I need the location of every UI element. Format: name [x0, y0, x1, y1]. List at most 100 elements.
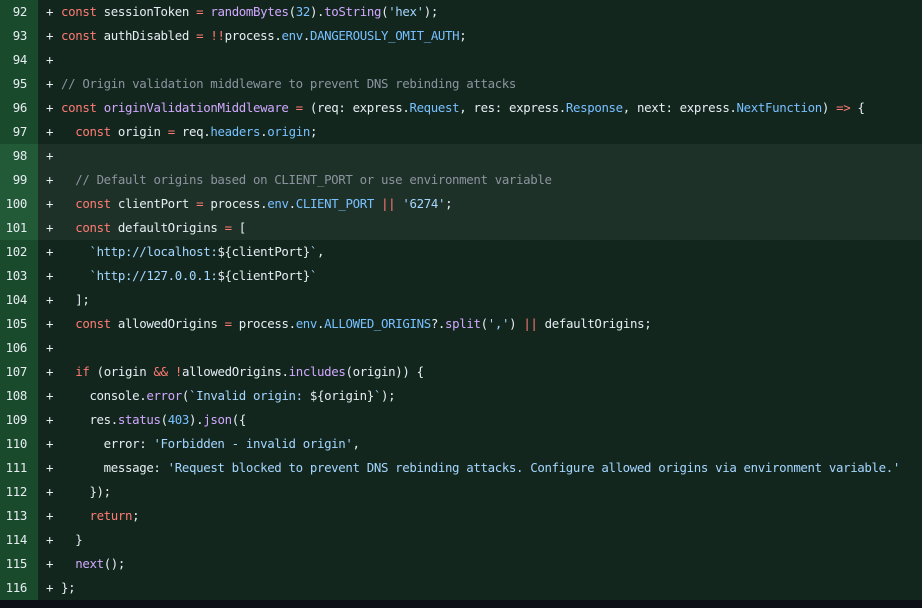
line-number[interactable]: 99 — [0, 168, 38, 192]
diff-line[interactable]: 104 + ]; — [0, 288, 922, 312]
code-content: + }); — [38, 480, 922, 504]
diff-line[interactable]: 114 + } — [0, 528, 922, 552]
line-number[interactable]: 111 — [0, 456, 38, 480]
code-token: ${clientPort} — [217, 244, 310, 259]
code-token: // Default origins based on CLIENT_PORT … — [75, 172, 552, 187]
diff-line[interactable]: 98 + — [0, 144, 922, 168]
addition-marker: + — [46, 412, 54, 427]
diff-line[interactable]: 97 + const origin = req.headers.origin; — [0, 120, 922, 144]
diff-line[interactable]: 105 + const allowedOrigins = process.env.… — [0, 312, 922, 336]
code-token: = — [167, 124, 175, 139]
code-token: ; — [459, 28, 467, 43]
addition-marker: + — [46, 52, 54, 67]
line-number[interactable]: 94 — [0, 48, 38, 72]
diff-line[interactable]: 99 + // Default origins based on CLIENT_P… — [0, 168, 922, 192]
diff-line[interactable]: 93 + const authDisabled = !!process.env.DA… — [0, 24, 922, 48]
addition-marker: + — [46, 556, 54, 571]
code-content: + `http://127.0.0.1:${clientPort}` — [38, 264, 922, 288]
code-token: headers — [210, 124, 261, 139]
addition-marker: + — [46, 4, 54, 19]
line-number[interactable]: 110 — [0, 432, 38, 456]
code-token: || — [381, 196, 396, 211]
line-number[interactable]: 116 — [0, 576, 38, 600]
addition-marker: + — [46, 436, 54, 451]
diff-line[interactable]: 110 + error: 'Forbidden - invalid origin'… — [0, 432, 922, 456]
code-token: . — [302, 28, 310, 43]
diff-line[interactable]: 109 + res.status(403).json({ — [0, 408, 922, 432]
diff-line[interactable]: 116 +}; — [0, 576, 922, 600]
code-token: (); — [103, 556, 126, 571]
code-token: }); — [61, 484, 111, 499]
diff-line[interactable]: 101 + const defaultOrigins = [ — [0, 216, 922, 240]
line-number[interactable]: 100 — [0, 192, 38, 216]
addition-marker: + — [46, 340, 54, 355]
code-token: const — [75, 220, 111, 235]
line-number[interactable]: 113 — [0, 504, 38, 528]
diff-line[interactable]: 107 + if (origin && !allowedOrigins.inclu… — [0, 360, 922, 384]
diff-line[interactable]: 112 + }); — [0, 480, 922, 504]
code-content: + const sessionToken = randomBytes(32).to… — [38, 0, 922, 24]
addition-marker: + — [46, 244, 54, 259]
code-token: , — [317, 244, 325, 259]
code-token: 'Forbidden - invalid origin' — [153, 436, 353, 451]
line-number[interactable]: 96 — [0, 96, 38, 120]
line-number[interactable]: 105 — [0, 312, 38, 336]
line-number[interactable]: 104 — [0, 288, 38, 312]
code-token: allowedOrigins. — [181, 364, 289, 379]
line-number[interactable]: 101 — [0, 216, 38, 240]
diff-line[interactable]: 113 + return; — [0, 504, 922, 528]
line-number[interactable]: 107 — [0, 360, 38, 384]
line-number[interactable]: 112 — [0, 480, 38, 504]
code-content: + const authDisabled = !!process.env.DANG… — [38, 24, 922, 48]
line-number[interactable]: 98 — [0, 144, 38, 168]
line-number[interactable]: 114 — [0, 528, 38, 552]
code-token: origin — [267, 124, 310, 139]
diff-line[interactable]: 92 + const sessionToken = randomBytes(32).… — [0, 0, 922, 24]
code-token: ; — [309, 124, 318, 139]
diff-line[interactable]: 115 + next(); — [0, 552, 922, 576]
diff-line[interactable]: 106 + — [0, 336, 922, 360]
diff-line[interactable]: 103 + `http://127.0.0.1:${clientPort}` — [0, 264, 922, 288]
diff-line[interactable]: 111 + message: 'Request blocked to preven… — [0, 456, 922, 480]
line-number[interactable]: 95 — [0, 72, 38, 96]
code-content: +}; — [38, 576, 922, 600]
line-number[interactable]: 106 — [0, 336, 38, 360]
code-token: CLIENT_PORT — [295, 196, 375, 211]
line-number[interactable]: 115 — [0, 552, 38, 576]
code-token: next — [75, 556, 104, 571]
code-token: [ — [231, 220, 246, 235]
code-token: ! — [174, 364, 182, 379]
diff-line[interactable]: 96 + const originValidationMiddleware = (r… — [0, 96, 922, 120]
code-token: res. — [61, 412, 118, 427]
code-token: ` — [309, 244, 317, 259]
line-number[interactable]: 103 — [0, 264, 38, 288]
code-token: (origin)) { — [345, 364, 425, 379]
line-number[interactable]: 97 — [0, 120, 38, 144]
diff-line[interactable]: 94 + — [0, 48, 922, 72]
diff-line[interactable]: 108 + console.error(`Invalid origin: ${or… — [0, 384, 922, 408]
code-content: + error: 'Forbidden - invalid origin', — [38, 432, 922, 456]
code-token: ` — [309, 268, 317, 283]
line-number[interactable]: 109 — [0, 408, 38, 432]
diff-line[interactable]: 100 + const clientPort = process.env.CLIE… — [0, 192, 922, 216]
line-number[interactable]: 102 — [0, 240, 38, 264]
code-token: ; — [132, 508, 140, 523]
line-number[interactable]: 93 — [0, 24, 38, 48]
code-token: , — [352, 436, 360, 451]
line-number[interactable]: 92 — [0, 0, 38, 24]
diff-line[interactable]: 102 + `http://localhost:${clientPort}`, — [0, 240, 922, 264]
line-number[interactable]: 108 — [0, 384, 38, 408]
addition-marker: + — [46, 532, 54, 547]
addition-marker: + — [46, 484, 54, 499]
code-token: !! — [210, 28, 225, 43]
code-token: includes — [288, 364, 346, 379]
diff-line[interactable]: 95 + // Origin validation middleware to pr… — [0, 72, 922, 96]
code-token: ; — [445, 196, 453, 211]
code-token: `http://localhost: — [89, 244, 218, 259]
code-token: { — [850, 100, 865, 115]
code-token: originValidationMiddleware — [103, 100, 289, 115]
